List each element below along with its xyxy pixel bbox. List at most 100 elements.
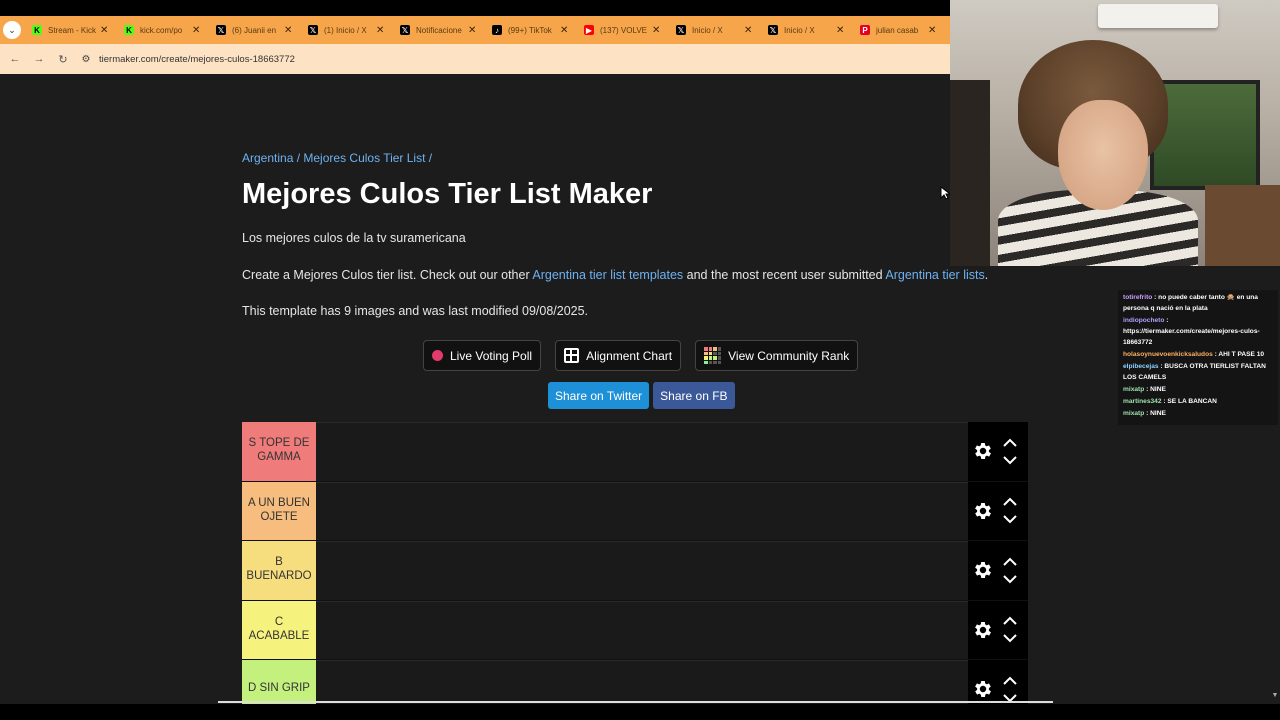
gear-icon[interactable]: [972, 559, 994, 581]
gear-icon[interactable]: [972, 678, 994, 700]
bottom-bar: [0, 704, 1280, 720]
webcam-overlay: [950, 0, 1280, 266]
close-icon[interactable]: ✕: [100, 25, 110, 36]
close-icon[interactable]: ✕: [560, 25, 570, 36]
tier-dropzone[interactable]: [316, 422, 968, 481]
forward-button[interactable]: →: [27, 53, 51, 65]
browser-tab[interactable]: Pjulian casab ✕: [852, 16, 944, 44]
breadcrumb-tier-list[interactable]: Mejores Culos Tier List: [303, 151, 425, 165]
community-rank-button[interactable]: View Community Rank: [695, 340, 859, 371]
browser-tab[interactable]: 𝕏 (1) Inicio / X ✕: [300, 16, 392, 44]
chat-message: indiopocheto : https://tiermaker.com/cre…: [1123, 315, 1273, 348]
tier-label[interactable]: S TOPE DE GAMMA: [242, 422, 316, 481]
gear-icon[interactable]: [972, 500, 994, 522]
arrow-right-icon: →: [33, 53, 45, 65]
close-icon[interactable]: ✕: [284, 25, 294, 36]
record-dot-icon: [432, 350, 443, 361]
chat-message: mixatp : NINE: [1123, 384, 1273, 395]
chat-username[interactable]: mixatp: [1123, 410, 1144, 417]
tier-dropzone[interactable]: [316, 481, 968, 540]
chevron-down-icon[interactable]: [1002, 573, 1018, 585]
tab-search-button[interactable]: ⌄: [0, 16, 24, 44]
chevron-down-icon[interactable]: [1002, 633, 1018, 645]
browser-tab[interactable]: ♪ (99+) TikTok ✕: [484, 16, 576, 44]
rank-grid-icon: [704, 347, 722, 364]
youtube-icon: ▶: [584, 25, 594, 35]
browser-tab[interactable]: 𝕏 Notificacione ✕: [392, 16, 484, 44]
tab-title: (99+) TikTok: [508, 25, 552, 35]
reload-button[interactable]: ↻: [51, 53, 75, 66]
site-info-icon[interactable]: ⚙: [79, 52, 93, 66]
chat-message: totirefrito : no puede caber tanto 🙊 en …: [1123, 292, 1273, 314]
gear-icon[interactable]: [972, 440, 994, 462]
tier-label[interactable]: B BUENARDO: [242, 541, 316, 600]
close-icon[interactable]: ✕: [652, 25, 662, 36]
browser-tab[interactable]: ▶ (137) VOLVE ✕: [576, 16, 668, 44]
alignment-chart-button[interactable]: Alignment Chart: [555, 340, 682, 371]
tier-label[interactable]: C ACABABLE: [242, 600, 316, 659]
tab-title: kick.com/po: [140, 25, 183, 35]
browser-tab[interactable]: 𝕏 Inicio / X ✕: [668, 16, 760, 44]
tab-title: Stream - Kick: [48, 25, 96, 35]
browser-tab[interactable]: K Stream - Kick ✕: [24, 16, 116, 44]
browser-tab[interactable]: 𝕏 (6) Juanii en ✕: [208, 16, 300, 44]
live-voting-poll-button[interactable]: Live Voting Poll: [423, 340, 542, 371]
x-icon: 𝕏: [308, 25, 318, 35]
share-fb-button[interactable]: Share on FB: [653, 382, 735, 409]
scroll-down-arrow-icon[interactable]: ▼: [1270, 692, 1280, 704]
gear-icon[interactable]: [972, 619, 994, 641]
tier-label[interactable]: D SIN GRIP: [242, 660, 316, 704]
close-icon[interactable]: ✕: [744, 25, 754, 36]
chat-message: mixatp : NINE: [1123, 408, 1273, 419]
chevron-up-icon[interactable]: [1002, 555, 1018, 567]
url-field[interactable]: ⚙ tiermaker.com/create/mejores-culos-186…: [79, 48, 919, 70]
tier-controls: [968, 660, 1028, 704]
chat-username[interactable]: mixatp: [1123, 386, 1144, 393]
tier-dropzone[interactable]: [316, 600, 968, 659]
horizontal-scrollbar[interactable]: [218, 701, 1053, 703]
browser-tab[interactable]: Kkick.com/po ✕: [116, 16, 208, 44]
close-icon[interactable]: ✕: [468, 25, 478, 36]
back-button[interactable]: ←: [3, 53, 27, 65]
close-icon[interactable]: ✕: [928, 25, 938, 36]
action-buttons: Live Voting Poll Alignment Chart View Co…: [423, 340, 859, 371]
tier-row: C ACABABLE: [242, 600, 1028, 660]
streamer: [998, 40, 1198, 266]
tier-row: A UN BUEN OJETE: [242, 481, 1028, 541]
argentina-tier-lists-link[interactable]: Argentina tier lists: [885, 268, 984, 282]
close-icon[interactable]: ✕: [836, 25, 846, 36]
chevron-up-icon[interactable]: [1002, 436, 1018, 448]
chevron-up-icon[interactable]: [1002, 615, 1018, 627]
tab-title: julian casab: [876, 25, 919, 35]
page-title: Mejores Culos Tier List Maker: [242, 178, 653, 210]
argentina-templates-link[interactable]: Argentina tier list templates: [532, 268, 683, 282]
url-text: tiermaker.com/create/mejores-culos-18663…: [99, 53, 295, 65]
browser-tab[interactable]: 𝕏 Inicio / X ✕: [760, 16, 852, 44]
chat-username[interactable]: holasoynuevoenkicksaludos: [1123, 351, 1213, 358]
kick-icon: K: [124, 25, 134, 35]
chat-username[interactable]: martines342: [1123, 398, 1162, 405]
tier-label[interactable]: A UN BUEN OJETE: [242, 481, 316, 540]
tier-dropzone[interactable]: [316, 660, 968, 704]
chat-text: : NINE: [1144, 386, 1166, 393]
chat-username[interactable]: totirefrito: [1123, 294, 1152, 301]
tier-dropzone[interactable]: [316, 541, 968, 600]
chevron-up-icon[interactable]: [1002, 674, 1018, 686]
share-twitter-button[interactable]: Share on Twitter: [548, 382, 650, 409]
close-icon[interactable]: ✕: [376, 25, 386, 36]
page-description: Los mejores culos de la tv suramericana: [242, 231, 466, 245]
x-icon: 𝕏: [400, 25, 410, 35]
close-icon[interactable]: ✕: [192, 25, 202, 36]
chevron-up-icon[interactable]: [1002, 496, 1018, 508]
air-conditioner: [1098, 4, 1218, 28]
breadcrumb-argentina[interactable]: Argentina: [242, 151, 293, 165]
chat-username[interactable]: indiopocheto: [1123, 317, 1164, 324]
chevron-down-icon[interactable]: [1002, 514, 1018, 526]
tier-row: B BUENARDO: [242, 541, 1028, 601]
window-top-strip: [0, 0, 950, 16]
chevron-down-icon[interactable]: [1002, 454, 1018, 466]
chat-text: : NINE: [1144, 410, 1166, 417]
chat-text: : SE LA BANCAN: [1161, 398, 1217, 405]
tab-title: Inicio / X: [784, 25, 815, 35]
chat-username[interactable]: elpibecejas: [1123, 363, 1159, 370]
